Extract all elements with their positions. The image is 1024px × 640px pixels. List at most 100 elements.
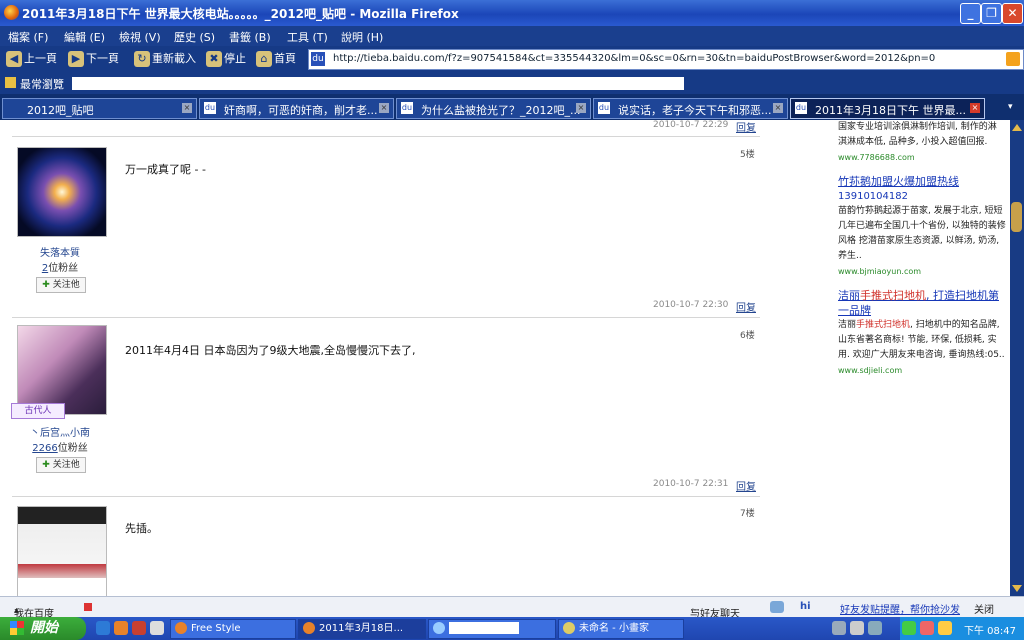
post-timestamp: 2010-10-7 22:29 <box>653 120 729 130</box>
tab-profiteer[interactable]: du 奸商啊，可恶的奸商，削才老... × <box>199 98 394 119</box>
ad-url[interactable]: www.sdjieli.com <box>838 363 1006 378</box>
username-link[interactable]: 失落本質 <box>15 244 105 259</box>
plus-icon: ✚ <box>42 280 50 290</box>
tab-close-icon[interactable]: × <box>970 103 980 113</box>
tab-salt[interactable]: du 为什么盐被抢光了？_2012吧_... × <box>396 98 591 119</box>
windows-taskbar: 開始 Free Style 2011年3月18日... 未命名 - 小畫家 下午… <box>0 617 1024 640</box>
tab-close-icon[interactable]: × <box>379 103 389 113</box>
desktop-quicklaunch-icon[interactable] <box>150 621 164 635</box>
ad-block: 竹荪鹅加盟火爆加盟热线 13910104182 苗韵竹荪鹅起源于苗家, 发展于北… <box>838 174 1006 279</box>
tray-network-icon[interactable] <box>902 621 916 635</box>
back-arrow-icon: ◀ <box>6 51 22 67</box>
stop-button[interactable]: ✖ 停止 <box>206 50 246 68</box>
taskbar-item-redacted[interactable] <box>428 619 556 639</box>
tab-2012-bar[interactable]: 2012吧_贴吧 × <box>2 98 197 119</box>
baidu-hi-icon[interactable]: hi <box>800 601 811 612</box>
tab-close-icon[interactable]: × <box>773 103 783 113</box>
reply-link[interactable]: 回复 <box>736 299 756 314</box>
menu-tools[interactable]: 工具 (T) <box>287 29 328 45</box>
forward-button[interactable]: ▶ 下一頁 <box>68 50 119 68</box>
tab-honestly[interactable]: du 说实话，老子今天下午和邪恶... × <box>593 98 788 119</box>
tab-current-post[interactable]: du 2011年3月18日下午 世界最... × <box>790 98 985 119</box>
firefox-quicklaunch-icon[interactable] <box>114 621 128 635</box>
username-link[interactable]: 丶后宫灬小南 <box>15 424 105 439</box>
reply-link[interactable]: 回复 <box>736 120 756 134</box>
firefox-icon <box>4 5 19 20</box>
scroll-up-icon[interactable] <box>1012 124 1022 131</box>
navigation-toolbar: ◀ 上一頁 ▶ 下一頁 ↻ 重新載入 ✖ 停止 ⌂ 首頁 du http://tieba.… <box>0 46 1024 72</box>
home-button[interactable]: ⌂ 首頁 <box>256 50 296 68</box>
close-window-button[interactable]: ✕ <box>1002 3 1023 24</box>
bookmarks-toolbar: 最常瀏覽 <box>0 72 1024 94</box>
start-button[interactable]: 開始 <box>0 617 86 640</box>
ie-icon[interactable] <box>96 621 110 635</box>
taskbar-item-freestyle[interactable]: Free Style <box>170 619 296 639</box>
close-bar-button[interactable]: 关闭 <box>974 601 994 616</box>
menu-bookmarks[interactable]: 書籤 (B) <box>229 29 271 45</box>
fans-count: 2266位粉丝 <box>32 443 88 454</box>
tab-close-icon[interactable]: × <box>576 103 586 113</box>
vertical-scrollbar[interactable] <box>1010 120 1024 596</box>
floor-number: 7楼 <box>740 509 755 519</box>
menu-edit[interactable]: 編輯 (E) <box>64 29 105 45</box>
fans-count: 2位粉丝 <box>41 263 79 274</box>
ad-title[interactable]: 洁丽手推式扫地机, 打造扫地机第一品牌 <box>838 288 1006 318</box>
minimize-button[interactable]: _ <box>960 3 981 24</box>
ad-title[interactable]: 竹荪鹅加盟火爆加盟热线 <box>838 174 1006 189</box>
tray-help-icon[interactable] <box>850 621 864 635</box>
avatar[interactable] <box>17 325 107 415</box>
follow-button[interactable]: ✚ 关注他 <box>36 277 86 293</box>
avatar[interactable] <box>17 506 107 596</box>
share-icon[interactable] <box>770 601 784 613</box>
menu-history[interactable]: 歷史 (S) <box>174 29 215 45</box>
folder-icon <box>5 77 16 88</box>
app-icon <box>433 622 445 634</box>
ad-text: 洁丽手推式扫地机, 扫地机中的知名品牌, 山东省著名商标! 节能, 环保, 低损… <box>838 320 1005 360</box>
taskbar-item-paint[interactable]: 未命名 - 小畫家 <box>558 619 684 639</box>
ad-url[interactable]: www.7786688.com <box>838 150 1006 165</box>
menu-view[interactable]: 檢視 (V) <box>119 29 161 45</box>
window-titlebar: 2011年3月18日下午 世界最大核电站。。。。。_2012吧_贴吧 - Moz… <box>0 0 1024 26</box>
menu-help[interactable]: 說明 (H) <box>341 29 383 45</box>
post-divider <box>12 317 760 318</box>
tray-keyboard-icon[interactable] <box>832 621 846 635</box>
scroll-down-icon[interactable] <box>1012 585 1022 592</box>
scroll-thumb[interactable] <box>1011 202 1022 232</box>
tray-security-icon[interactable] <box>920 621 934 635</box>
baidu-icon[interactable] <box>84 603 92 611</box>
reply-link[interactable]: 回复 <box>736 478 756 493</box>
post-divider <box>12 496 760 497</box>
tray-app-icon[interactable] <box>868 621 882 635</box>
tab-close-icon[interactable]: × <box>182 103 192 113</box>
redacted-bookmarks <box>72 77 684 90</box>
ad-url[interactable]: www.bjmiaoyun.com <box>838 264 1006 279</box>
ad-block: 洁丽手推式扫地机, 打造扫地机第一品牌 洁丽手推式扫地机, 扫地机中的知名品牌,… <box>838 288 1006 378</box>
app-quicklaunch-icon[interactable] <box>132 621 146 635</box>
tab-favicon: du <box>598 102 610 114</box>
page-content: 2010-10-7 22:29 回复 5楼 失落本質 2位粉丝 ✚ 关注他 万一… <box>0 120 1010 596</box>
avatar[interactable] <box>17 147 107 237</box>
paint-icon <box>563 622 575 634</box>
post-timestamp: 2010-10-7 22:30 <box>653 300 729 310</box>
taskbar-item-firefox[interactable]: 2011年3月18日... <box>298 619 426 639</box>
most-visited-bookmark[interactable]: 最常瀏覽 <box>20 76 64 92</box>
menu-file[interactable]: 檔案 (F) <box>8 29 48 45</box>
windows-logo-icon <box>10 621 24 635</box>
back-button[interactable]: ◀ 上一頁 <box>6 50 57 68</box>
maximize-button[interactable]: ❐ <box>981 3 1002 24</box>
tray-volume-icon[interactable] <box>938 621 952 635</box>
clock[interactable]: 下午 08:47 <box>964 622 1016 637</box>
follow-button[interactable]: ✚ 关注他 <box>36 457 86 473</box>
url-bar[interactable]: du http://tieba.baidu.com/f?z=907541584&… <box>308 49 1024 70</box>
home-icon: ⌂ <box>256 51 272 67</box>
reload-button[interactable]: ↻ 重新載入 <box>134 50 196 68</box>
feed-icon[interactable] <box>1006 52 1020 66</box>
tab-favicon: du <box>204 102 216 114</box>
tab-favicon: du <box>795 102 807 114</box>
notice-link[interactable]: 好友发贴提醒，帮你抢沙发 <box>840 601 960 616</box>
window-title: 2011年3月18日下午 世界最大核电站。。。。。_2012吧_贴吧 - Moz… <box>22 7 459 21</box>
url-text: http://tieba.baidu.com/f?z=907541584&ct=… <box>333 53 936 64</box>
baidu-bottom-bar: ▴ 我在百度 ⋯ 与好友聊天 hi 好友发贴提醒，帮你抢沙发 关闭 <box>0 596 1024 620</box>
tab-list-chevron-icon[interactable]: ▾ <box>1008 102 1013 112</box>
ad-phone[interactable]: 13910104182 <box>838 189 1006 204</box>
